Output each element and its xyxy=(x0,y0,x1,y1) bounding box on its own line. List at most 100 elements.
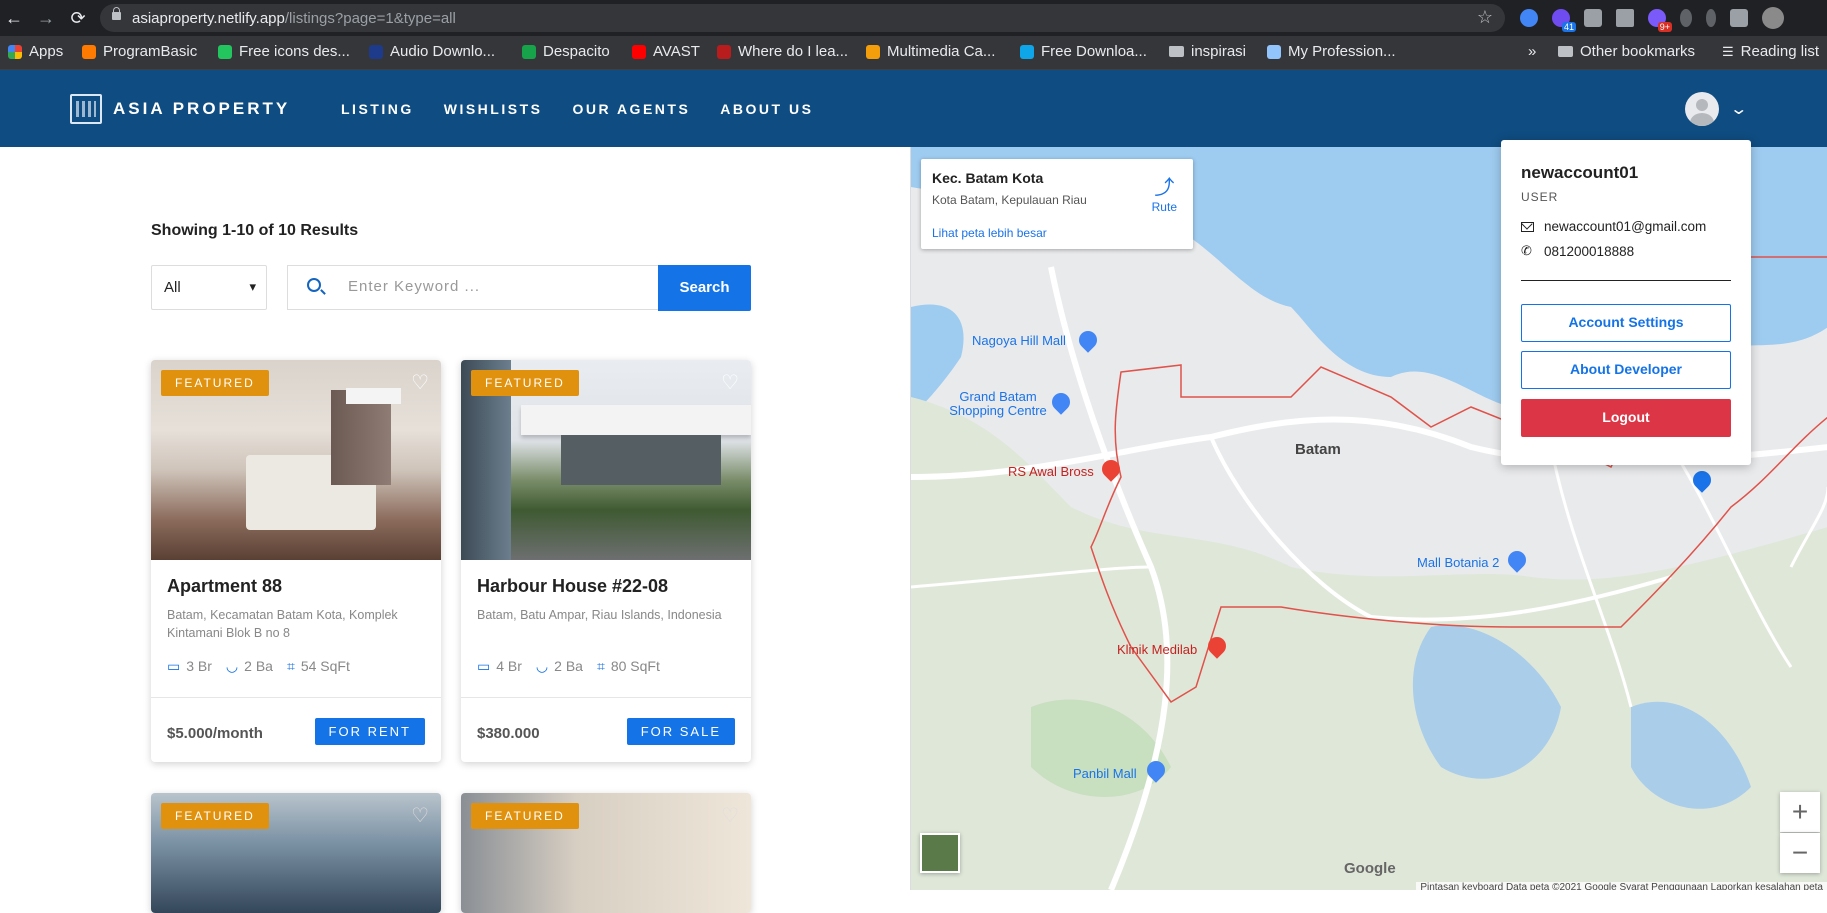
more-bookmarks-icon[interactable]: » xyxy=(1528,43,1536,60)
search-field[interactable] xyxy=(287,265,659,310)
zoom-in-button[interactable]: + xyxy=(1780,792,1820,832)
curtain-illustration xyxy=(331,390,391,485)
map-attribution[interactable]: Pintasan keyboard Data peta ©2021 Google… xyxy=(1416,882,1827,890)
property-card[interactable]: FEATURED ♡ 5 Harbour House #22-08 Batam,… xyxy=(461,360,751,762)
map-label-mall-botania-2[interactable]: Mall Botania 2 xyxy=(1417,555,1499,570)
bath-icon: ◡ xyxy=(225,658,239,674)
place-subtitle: Kota Batam, Kepulauan Riau xyxy=(932,193,1087,207)
bath-icon: ◡ xyxy=(535,658,549,674)
multimedia-favicon xyxy=(866,44,880,59)
roof-illustration xyxy=(521,405,751,435)
vue-icon[interactable] xyxy=(1616,9,1634,27)
route-button[interactable]: ⤴ Rute xyxy=(1152,171,1177,214)
search-input[interactable] xyxy=(348,278,648,295)
bookmark-inspirasi[interactable]: inspirasi xyxy=(1169,43,1246,60)
search-button[interactable]: Search xyxy=(658,265,751,311)
bookmark-audio-download[interactable]: Audio Downlo... xyxy=(369,43,495,60)
type-filter-select[interactable]: All ▾ xyxy=(151,265,267,310)
address-bar[interactable]: asiaproperty.netlify.app/listings?page=1… xyxy=(100,4,1505,32)
nav-wishlists[interactable]: WISHLISTS xyxy=(444,101,543,117)
satellite-toggle[interactable] xyxy=(920,833,960,873)
forward-icon[interactable]: → xyxy=(34,6,58,30)
dropdown-username: newaccount01 xyxy=(1521,163,1639,182)
results-count: Showing 1-10 of 10 Results xyxy=(151,222,359,239)
place-info-card: Kec. Batam Kota Kota Batam, Kepulauan Ri… xyxy=(921,159,1193,249)
property-price: $380.000 xyxy=(477,725,540,742)
directions-icon: ⤴ xyxy=(1154,177,1175,199)
nav-listing[interactable]: LISTING xyxy=(341,101,414,117)
bookmark-apps[interactable]: Apps xyxy=(8,43,63,60)
chevron-down-icon[interactable]: ⌄ xyxy=(1729,99,1748,119)
property-price: $5.000/month xyxy=(167,725,263,742)
site-header: ASIA PROPERTY LISTING WISHLISTS OUR AGEN… xyxy=(0,70,1827,147)
folder-icon xyxy=(1558,46,1573,57)
building-logo-icon[interactable] xyxy=(70,94,102,124)
lock-icon xyxy=(112,7,121,20)
ink-icon[interactable] xyxy=(1706,9,1716,27)
deal-type-badge: FOR SALE xyxy=(626,718,735,745)
bookmark-avast[interactable]: AVAST xyxy=(632,43,700,60)
bookmark-other[interactable]: Other bookmarks xyxy=(1558,43,1695,60)
profile-icon[interactable] xyxy=(1762,7,1784,29)
dropdown-phone-row: ✆ 081200018888 xyxy=(1521,243,1635,259)
apps-grid-icon xyxy=(8,44,22,59)
property-card[interactable]: FEATURED ♡ xyxy=(461,793,751,913)
about-developer-button[interactable]: About Developer xyxy=(1521,351,1731,389)
dropdown-divider xyxy=(1521,280,1731,281)
extension-notify-icon[interactable]: 9+ xyxy=(1648,9,1672,32)
map-label-klinik-medilab[interactable]: Klinik Medilab xyxy=(1117,642,1197,657)
bookmark-programbasic[interactable]: ProgramBasic xyxy=(82,43,197,60)
account-settings-button[interactable]: Account Settings xyxy=(1521,304,1731,342)
puzzle-icon[interactable] xyxy=(1730,9,1748,27)
logout-button[interactable]: Logout xyxy=(1521,399,1731,437)
free-download-favicon xyxy=(1020,44,1034,59)
bookmark-free-icons[interactable]: Free icons des... xyxy=(218,43,350,60)
bed-icon: ▭ xyxy=(167,658,181,674)
extension-chrome-icon[interactable] xyxy=(1520,9,1538,27)
reload-icon[interactable]: ⟳ xyxy=(66,6,90,30)
google-logo: Google xyxy=(1344,860,1396,877)
extension-badge-icon[interactable]: 41 xyxy=(1552,9,1576,32)
map-label-nagoya-hill-mall[interactable]: Nagoya Hill Mall xyxy=(972,333,1066,348)
property-title[interactable]: Harbour House #22-08 xyxy=(477,576,668,597)
area-icon: ⌗ xyxy=(596,658,605,674)
map-label-rs-awal-bross[interactable]: RS Awal Bross xyxy=(1008,464,1094,479)
heart-icon[interactable]: ♡ xyxy=(721,370,739,395)
bookmark-star-icon[interactable]: ☆ xyxy=(1477,7,1493,28)
heart-icon[interactable]: ♡ xyxy=(411,370,429,395)
bed-icon: ▭ xyxy=(477,658,491,674)
folder-icon xyxy=(1169,46,1184,57)
bookmark-quora[interactable]: Where do I lea... xyxy=(717,43,848,60)
property-address: Batam, Kecamatan Batam Kota, Komplek Kin… xyxy=(167,608,398,640)
audio-icon[interactable] xyxy=(1680,9,1692,27)
back-icon[interactable]: ← xyxy=(2,6,26,30)
camera-icon[interactable] xyxy=(1584,9,1602,27)
property-address: Batam, Batu Ampar, Riau Islands, Indones… xyxy=(477,608,722,622)
property-card[interactable]: FEATURED ♡ 5 Apartment 88 Batam, Kecamat… xyxy=(151,360,441,762)
nav-about-us[interactable]: ABOUT US xyxy=(720,101,813,117)
bookmark-free-download[interactable]: Free Downloa... xyxy=(1020,43,1147,60)
bookmark-multimedia[interactable]: Multimedia Ca... xyxy=(866,43,995,60)
url-text: asiaproperty.netlify.app/listings?page=1… xyxy=(132,10,456,27)
card-divider xyxy=(461,697,751,698)
bookmark-profession[interactable]: My Profession... xyxy=(1267,43,1396,60)
mail-icon xyxy=(1521,221,1534,232)
featured-badge: FEATURED xyxy=(471,370,579,396)
bookmark-reading-list[interactable]: ☰ Reading list xyxy=(1722,43,1819,60)
user-avatar[interactable] xyxy=(1685,92,1719,126)
zoom-out-button[interactable]: − xyxy=(1780,833,1820,873)
map-label-grand-batam[interactable]: Grand Batam Shopping Centre xyxy=(943,390,1053,418)
heart-icon[interactable]: ♡ xyxy=(411,803,429,828)
property-title[interactable]: Apartment 88 xyxy=(167,576,282,597)
map-label-panbil-mall[interactable]: Panbil Mall xyxy=(1073,766,1137,781)
youtube-favicon xyxy=(632,44,646,59)
nav-our-agents[interactable]: OUR AGENTS xyxy=(572,101,690,117)
larger-map-link[interactable]: Lihat peta lebih besar xyxy=(932,226,1047,240)
free-icons-favicon xyxy=(218,44,232,59)
bookmark-despacito[interactable]: Despacito xyxy=(522,43,610,60)
brand-name[interactable]: ASIA PROPERTY xyxy=(113,99,290,119)
pavilion-illustration xyxy=(561,435,721,485)
heart-icon[interactable]: ♡ xyxy=(721,803,739,828)
property-features: ▭ 4 Br ◡ 2 Ba ⌗ 80 SqFt xyxy=(477,658,660,674)
property-card[interactable]: FEATURED ♡ xyxy=(151,793,441,913)
